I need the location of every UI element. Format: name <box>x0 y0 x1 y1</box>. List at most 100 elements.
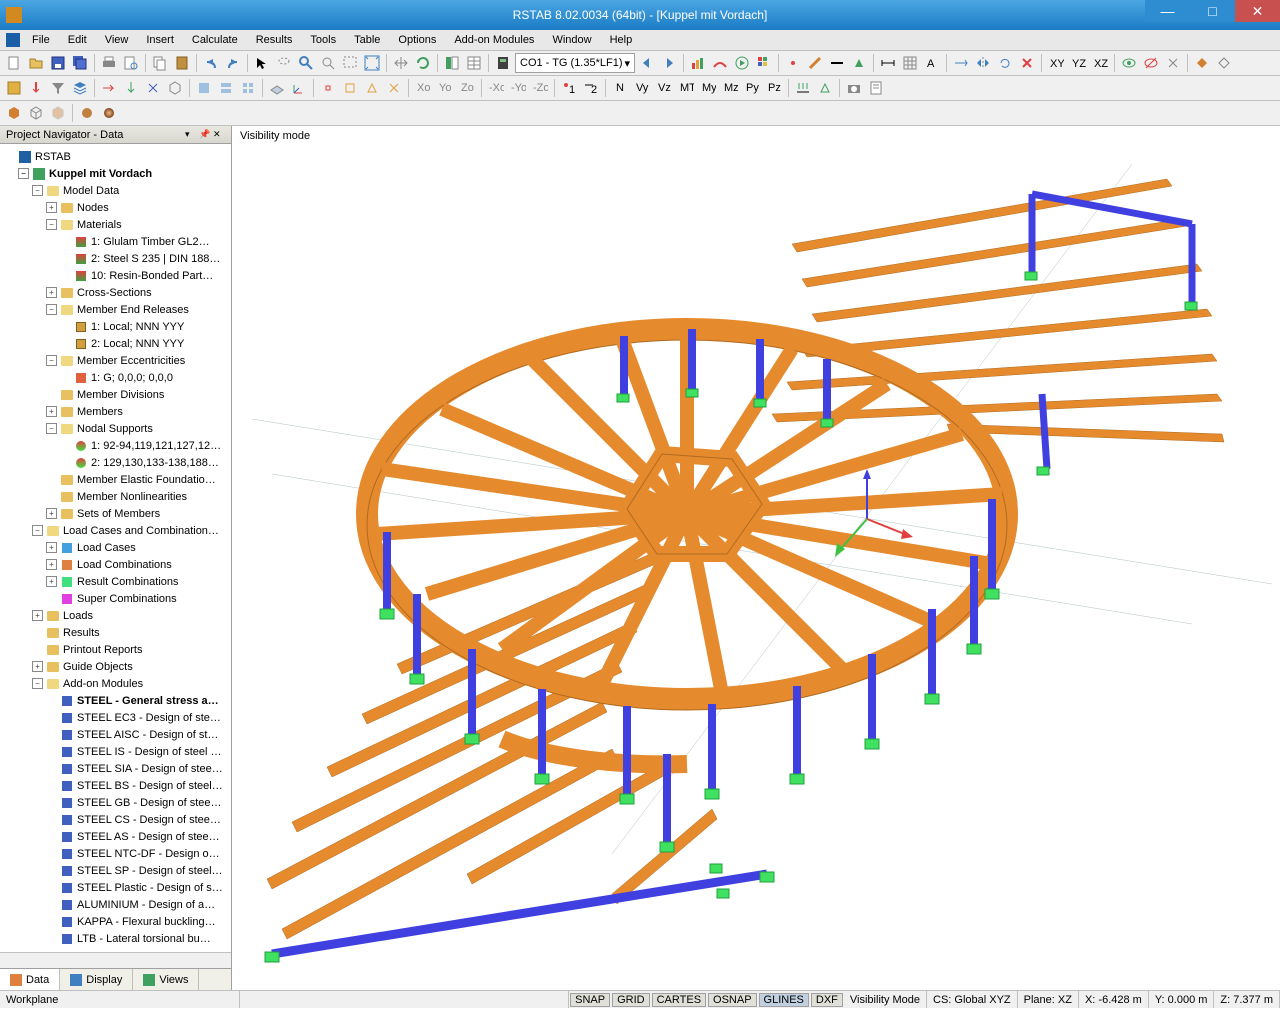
show-loads-icon[interactable] <box>793 78 813 98</box>
menu-calculate[interactable]: Calculate <box>184 32 246 48</box>
print-preview-icon[interactable] <box>121 53 141 73</box>
tree-module-steel-ec3[interactable]: STEEL EC3 - Design of ste… <box>0 709 231 726</box>
tree-result-combinations[interactable]: +Result Combinations <box>0 573 231 590</box>
view-4-icon[interactable] <box>238 78 258 98</box>
view-iso-icon[interactable] <box>165 78 185 98</box>
show-mt-icon[interactable]: MT <box>676 78 696 98</box>
tree-ns-1[interactable]: 1: 92-94,119,121,127,12… <box>0 437 231 454</box>
label-z-icon[interactable]: Zo <box>457 78 477 98</box>
animate-icon[interactable] <box>732 53 752 73</box>
tree-root[interactable]: RSTAB <box>0 148 231 165</box>
tree-member-nonlinearities[interactable]: Member Nonlinearities <box>0 488 231 505</box>
report-icon[interactable] <box>866 78 886 98</box>
rotate-tool-icon[interactable] <box>995 53 1015 73</box>
osnap-mid-icon[interactable] <box>362 78 382 98</box>
new-icon[interactable] <box>4 53 24 73</box>
tree-module-kappa[interactable]: KAPPA - Flexural buckling… <box>0 913 231 930</box>
close-button[interactable]: ✕ <box>1235 0 1280 22</box>
load-arrow-icon[interactable] <box>26 78 46 98</box>
text-tool-icon[interactable]: A <box>922 53 942 73</box>
tree-load-combinations[interactable]: +Load Combinations <box>0 556 231 573</box>
table-icon[interactable] <box>464 53 484 73</box>
tree-module-steel-sia[interactable]: STEEL SIA - Design of stee… <box>0 760 231 777</box>
node-tool-icon[interactable] <box>783 53 803 73</box>
tree-member-divisions[interactable]: Member Divisions <box>0 386 231 403</box>
navigator-hscroll[interactable] <box>0 952 231 968</box>
move-tool-icon[interactable] <box>951 53 971 73</box>
tree-module-steel-as[interactable]: STEEL AS - Design of stee… <box>0 828 231 845</box>
select-icon[interactable] <box>252 53 272 73</box>
status-grid-button[interactable]: GRID <box>612 993 650 1007</box>
navigator-pin-icon[interactable]: ▾ <box>185 129 197 141</box>
show-pz-icon[interactable]: Pz <box>764 78 784 98</box>
line-tool-icon[interactable] <box>827 53 847 73</box>
zoom-icon[interactable] <box>318 53 338 73</box>
minimize-button[interactable]: — <box>1145 0 1190 22</box>
navigator-tab-views[interactable]: Views <box>133 969 199 990</box>
undo-icon[interactable] <box>201 53 221 73</box>
tree-member-end-releases[interactable]: −Member End Releases <box>0 301 231 318</box>
tree-mer-1[interactable]: 1: Local; NNN YYY <box>0 318 231 335</box>
colors-icon[interactable] <box>754 53 774 73</box>
workplane-icon[interactable] <box>267 78 287 98</box>
tree-mat-1[interactable]: 1: Glulam Timber GL2… <box>0 233 231 250</box>
tree-mer-2[interactable]: 2: Local; NNN YYY <box>0 335 231 352</box>
view-2-icon[interactable] <box>216 78 236 98</box>
tree-printout-reports[interactable]: Printout Reports <box>0 641 231 658</box>
label-x-icon[interactable]: Xo <box>413 78 433 98</box>
tree-module-ltb[interactable]: LTB - Lateral torsional bu… <box>0 930 231 947</box>
tree-module-steel-sp[interactable]: STEEL SP - Design of steel… <box>0 862 231 879</box>
navigator-icon[interactable] <box>442 53 462 73</box>
copy-icon[interactable] <box>150 53 170 73</box>
tree-module-steel-aisc[interactable]: STEEL AISC - Design of st… <box>0 726 231 743</box>
show-vy-icon[interactable]: Vy <box>632 78 652 98</box>
print-icon[interactable] <box>99 53 119 73</box>
render-icon[interactable] <box>1192 53 1212 73</box>
tree-addon-modules[interactable]: −Add-on Modules <box>0 675 231 692</box>
mirror-tool-icon[interactable] <box>973 53 993 73</box>
status-snap-button[interactable]: SNAP <box>570 993 610 1007</box>
menu-results[interactable]: Results <box>248 32 301 48</box>
tree-nodal-supports[interactable]: −Nodal Supports <box>0 420 231 437</box>
menu-tools[interactable]: Tools <box>302 32 344 48</box>
number-lines-icon[interactable]: 2 <box>581 78 601 98</box>
ucs-icon[interactable] <box>289 78 309 98</box>
tree-sets-of-members[interactable]: +Sets of Members <box>0 505 231 522</box>
zoom-window-icon[interactable] <box>340 53 360 73</box>
shade-flat-icon[interactable] <box>77 103 97 123</box>
menu-view[interactable]: View <box>97 32 137 48</box>
menu-window[interactable]: Window <box>544 32 599 48</box>
label-minus-x-icon[interactable]: -Xo <box>486 78 506 98</box>
support-tool-icon[interactable] <box>849 53 869 73</box>
show-my-icon[interactable]: My <box>698 78 718 98</box>
menu-options[interactable]: Options <box>390 32 444 48</box>
tree-super-combinations[interactable]: Super Combinations <box>0 590 231 607</box>
navigator-tab-display[interactable]: Display <box>60 969 133 990</box>
osnap-end-icon[interactable] <box>340 78 360 98</box>
tree-module-steel-bs[interactable]: STEEL BS - Design of steel… <box>0 777 231 794</box>
label-minus-z-icon[interactable]: -Zo <box>530 78 550 98</box>
show-py-icon[interactable]: Py <box>742 78 762 98</box>
tree-ns-2[interactable]: 2: 129,130,133-138,188… <box>0 454 231 471</box>
dim-icon[interactable] <box>878 53 898 73</box>
show-vz-icon[interactable]: Vz <box>654 78 674 98</box>
menu-addon-modules[interactable]: Add-on Modules <box>446 32 542 48</box>
redo-icon[interactable] <box>223 53 243 73</box>
load-visibility-icon[interactable] <box>4 78 24 98</box>
tree-members[interactable]: +Members <box>0 403 231 420</box>
tree-member-eccentricities[interactable]: −Member Eccentricities <box>0 352 231 369</box>
status-glines-button[interactable]: GLINES <box>759 993 809 1007</box>
tree-module-steel-plastic[interactable]: STEEL Plastic - Design of s… <box>0 879 231 896</box>
find-icon[interactable] <box>296 53 316 73</box>
navigator-autohide-icon[interactable]: 📌 <box>199 129 211 141</box>
xz-icon[interactable]: XZ <box>1090 53 1110 73</box>
view-z-icon[interactable] <box>143 78 163 98</box>
tree-module-steel-cs[interactable]: STEEL CS - Design of stee… <box>0 811 231 828</box>
view-1-icon[interactable] <box>194 78 214 98</box>
menu-insert[interactable]: Insert <box>138 32 182 48</box>
menu-help[interactable]: Help <box>602 32 641 48</box>
view-y-icon[interactable] <box>121 78 141 98</box>
delete-icon[interactable] <box>1017 53 1037 73</box>
xy-icon[interactable]: XY <box>1046 53 1066 73</box>
model-viewport[interactable]: Visibility mode <box>232 126 1280 990</box>
